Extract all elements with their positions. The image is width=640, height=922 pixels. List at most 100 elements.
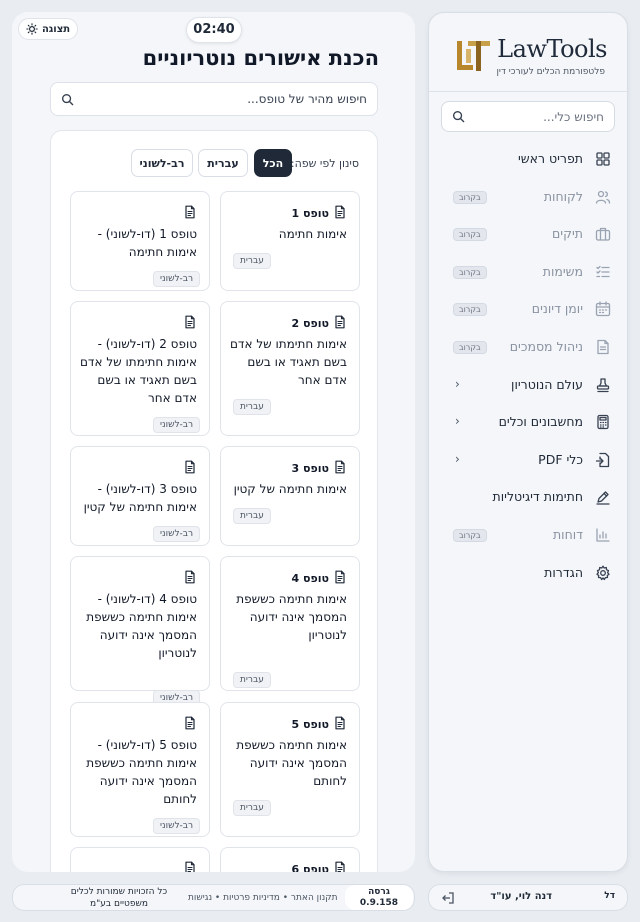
sidebar-item-calendar[interactable]: יומן דיונים בקרוב — [441, 294, 617, 324]
form-number: טופס 2 — [291, 317, 329, 330]
form-card[interactable]: טופס 4 אימות חתימה כששפת המסמך אינה ידועה… — [220, 556, 360, 691]
user-avatar[interactable]: דל — [604, 891, 615, 901]
filter-hebrew-button[interactable]: עברית — [198, 149, 248, 177]
form-card[interactable]: טופס 2 אימות חתימתו של אדם בשם תאגיד או ב… — [220, 301, 360, 436]
form-card[interactable]: טופס 1 אימות חתימה עברית — [220, 191, 360, 291]
view-toggle-button[interactable]: תצוגה — [18, 18, 78, 40]
form-title: טופס 3 (דו-לשוני) - אימות חתימה של קטין — [83, 482, 197, 514]
coming-soon-badge: בקרוב — [453, 228, 487, 242]
sidebar-item-stamp[interactable]: עולם הנוטריון ‹ — [441, 370, 617, 400]
form-card-header — [179, 860, 197, 872]
form-title: טופס 1 (דו-לשוני) - אימות חתימה — [97, 227, 197, 259]
form-number: טופס 1 — [291, 207, 329, 220]
form-number: טופס 6 — [291, 863, 329, 872]
sidebar-item-label: כלי PDF — [538, 451, 583, 467]
form-card[interactable]: טופס 6 — [220, 847, 360, 872]
language-badge: רב-לשוני — [153, 417, 201, 433]
coming-soon-badge: בקרוב — [453, 190, 487, 204]
sidebar-item-briefcase[interactable]: תיקים בקרוב — [441, 219, 617, 249]
coming-soon-badge: בקרוב — [453, 265, 487, 279]
sidebar-search[interactable] — [441, 101, 615, 132]
form-card[interactable]: טופס 5 (דו-לשוני) - אימות חתימה כששפת המ… — [70, 702, 210, 837]
form-title: אימות חתימה כששפת המסמך אינה ידועה לנוטר… — [236, 592, 347, 642]
pdf-icon — [595, 452, 611, 468]
language-badge: עברית — [233, 253, 271, 269]
filter-label: סינון לפי שפה: — [290, 157, 359, 170]
language-badge: עברית — [233, 672, 271, 688]
sidebar-item-pdf[interactable]: כלי PDF ‹ — [441, 445, 617, 475]
sidebar-item-label: לקוחות — [543, 188, 583, 204]
form-card[interactable]: טופס 4 (דו-לשוני) - אימות חתימה כששפת המ… — [70, 556, 210, 706]
version-badge: גרסה 0.9.158 — [345, 885, 413, 910]
form-card[interactable] — [70, 847, 210, 872]
form-card-header: טופס 4 — [292, 569, 347, 588]
document-icon — [333, 459, 347, 478]
sidebar-item-users[interactable]: לקוחות בקרוב — [441, 182, 617, 212]
document-icon — [183, 715, 197, 734]
form-card-header — [179, 459, 197, 478]
chart-icon — [595, 527, 611, 543]
form-card[interactable]: טופס 5 אימות חתימה כששפת המסמך אינה ידועה… — [220, 702, 360, 837]
form-title: אימות חתימה כששפת המסמך אינה ידועה לחותם — [236, 738, 347, 788]
version-label: גרסה — [368, 887, 390, 897]
brand-subtitle: פלטפורמת הכלים לעורכי דין — [496, 67, 605, 77]
brand-logo[interactable]: LawTools פלטפורמת הכלים לעורכי דין — [429, 31, 629, 91]
sidebar-item-calculator[interactable]: מחשבונים וכלים ‹ — [441, 407, 617, 437]
form-title: טופס 4 (דו-לשוני) - אימות חתימה כששפת המ… — [86, 592, 197, 660]
sidebar-item-label: חתימות דיגיטליות — [492, 489, 583, 505]
sidebar-divider — [429, 91, 629, 92]
coming-soon-badge: בקרוב — [453, 303, 487, 317]
calendar-icon — [595, 301, 611, 317]
form-card-header — [179, 715, 197, 734]
document-icon — [333, 715, 347, 734]
chevron-left-icon: ‹ — [455, 376, 460, 391]
sidebar-item-label: דוחות — [552, 527, 583, 542]
view-label: תצוגה — [41, 23, 71, 35]
users-icon — [595, 189, 611, 205]
document-icon — [595, 339, 611, 355]
search-icon — [61, 93, 74, 105]
page-title: הכנת אישורים נוטריוניים — [142, 46, 379, 70]
form-card-header — [179, 569, 197, 588]
sidebar-item-label: משימות — [542, 263, 583, 279]
document-icon — [183, 459, 197, 478]
sidebar-item-label: ניהול מסמכים — [509, 339, 583, 354]
sidebar-item-grid[interactable]: תפריט ראשי — [441, 144, 617, 174]
form-card-header: טופס 2 — [292, 314, 347, 333]
language-badge: רב-לשוני — [153, 526, 201, 542]
session-timer: 02:40 — [186, 17, 242, 43]
form-card[interactable]: טופס 3 (דו-לשוני) - אימות חתימה של קטין ר… — [70, 446, 210, 546]
stamp-icon — [595, 377, 611, 393]
brand-name: LawTools — [497, 35, 607, 63]
filter-all-button[interactable]: הכל — [254, 149, 292, 177]
quick-search[interactable] — [50, 82, 378, 116]
footer-links[interactable]: תקנון האתר • מדיניות פרטיות • נגישות — [188, 893, 338, 903]
chevron-left-icon: ‹ — [455, 451, 460, 466]
sidebar-item-document[interactable]: ניהול מסמכים בקרוב — [441, 332, 617, 362]
form-card[interactable]: טופס 1 (דו-לשוני) - אימות חתימה רב-לשוני — [70, 191, 210, 291]
sidebar-item-gear[interactable]: הגדרות — [441, 558, 617, 588]
sidebar-item-signature[interactable]: חתימות דיגיטליות — [441, 482, 617, 512]
sidebar-item-tasks[interactable]: משימות בקרוב — [441, 257, 617, 287]
sidebar-item-chart[interactable]: דוחות בקרוב — [441, 520, 617, 550]
filter-multilingual-button[interactable]: רב-לשוני — [131, 149, 193, 177]
chevron-left-icon: ‹ — [455, 414, 460, 429]
form-card[interactable]: טופס 3 אימות חתימה של קטין עברית — [220, 446, 360, 546]
form-search-input[interactable] — [80, 92, 367, 106]
signature-icon — [595, 489, 611, 506]
user-name: דנה לוי, עו"ד — [490, 891, 552, 902]
lawtools-logo-icon — [457, 41, 490, 71]
logout-icon[interactable] — [441, 891, 455, 905]
form-number: טופס 4 — [291, 572, 329, 585]
sidebar-search-input[interactable] — [471, 109, 604, 124]
form-number: טופס 3 — [291, 462, 329, 475]
document-icon — [183, 569, 197, 588]
document-icon — [183, 314, 197, 333]
document-icon — [333, 860, 347, 872]
form-card[interactable]: טופס 2 (דו-לשוני) - אימות חתימתו של אדם … — [70, 301, 210, 436]
form-title: אימות חתימתו של אדם בשם תאגיד או בשם אדם… — [229, 337, 347, 387]
form-card-header: טופס 6 — [292, 860, 347, 872]
language-badge: עברית — [233, 800, 271, 816]
document-icon — [183, 860, 197, 872]
language-badge: עברית — [233, 508, 271, 524]
